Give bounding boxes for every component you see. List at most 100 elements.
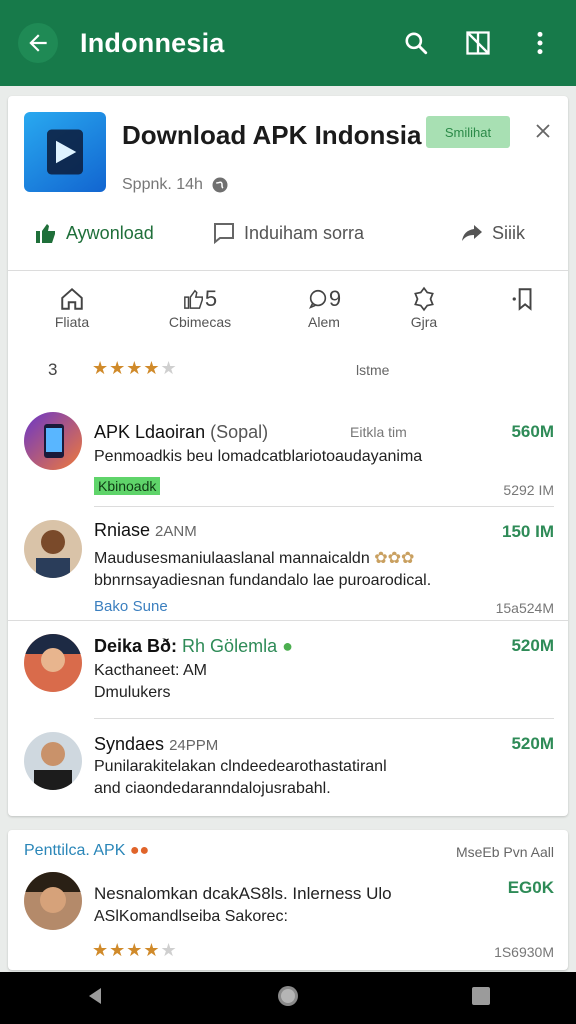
list-item[interactable]: Syndaes 24PPM 520M Punilarakitelakan cln… (8, 722, 568, 812)
download-action[interactable]: Aywonload (34, 221, 154, 245)
rating-prefix: 3 (48, 360, 58, 379)
stat-likes-value: 5 (204, 286, 218, 311)
item-line: bbnrnsayadiesnan fundandalo lae puroarod… (94, 572, 432, 589)
list-item[interactable]: Deika Bð: Rh Gölemla ● 520M Kacthaneet: … (8, 624, 568, 718)
item-name-text: Deika Bð: (94, 636, 178, 656)
stat-likes[interactable]: 5 Cbimecas (160, 284, 240, 330)
item-meta: Eitkla tim (350, 424, 407, 440)
item-badges: ✿✿✿ (374, 550, 415, 567)
comment-icon (214, 223, 234, 245)
section-header-text: Penttilca. APK (24, 842, 126, 859)
section-header-right: MseEb Pvn Aall (455, 844, 554, 860)
back-button[interactable] (18, 23, 58, 63)
share-label: Siiik (492, 222, 526, 243)
item-line: Kacthaneet: AM (94, 662, 207, 679)
app-header: Download APK Indonsia Smilihat Sppnk. 14… (24, 112, 554, 196)
item-size: 520M (511, 636, 554, 655)
stat-home[interactable]: Fliata (32, 284, 112, 330)
more-vert-icon (537, 31, 543, 55)
item-size: 560M (511, 422, 554, 441)
stat-likes-label: Cbimecas (168, 314, 232, 330)
list-item[interactable]: APK Ldaoiran (Sopal) Eitkla tim 560M Pen… (8, 396, 568, 506)
item-size: EG0K (507, 878, 554, 897)
list-item[interactable]: Nesnalomkan dcakAS8ls. Inlerness Ulo ASl… (8, 868, 568, 968)
rating-label: lstme (356, 362, 390, 378)
item-line: ASlKomandlseiba Sakorec: (94, 908, 288, 925)
item-date: 15a524M (495, 600, 554, 616)
globe-icon (212, 177, 228, 193)
item-name-extra: 24PPM (169, 737, 219, 754)
item-name-text: Syndaes (94, 734, 165, 754)
app-bar: Indonnesia (0, 0, 576, 86)
item-tag[interactable]: Dmulukers (94, 684, 170, 702)
item-link[interactable]: Bako (94, 598, 128, 615)
comment-label: Induiham sorra (244, 222, 365, 243)
emoji-icon: ●● (129, 842, 150, 859)
divider (94, 506, 554, 507)
avatar (24, 872, 82, 930)
person-photo-icon (34, 742, 72, 790)
comment-action[interactable]: Induiham sorra (212, 221, 364, 245)
action-row: Aywonload Induiham sorra Siiik (8, 206, 568, 260)
nav-recents-button[interactable] (471, 986, 491, 1011)
related-card: Penttilca. APK ●● MseEb Pvn Aall Nesnalo… (8, 830, 568, 970)
list-item[interactable]: Rniase 2ANM 150 IM Maudusesmaniulaaslana… (8, 510, 568, 620)
nav-back-button[interactable] (85, 986, 105, 1011)
thumbs-up-icon (36, 224, 55, 243)
rating-stars: ★★★★★ (92, 358, 178, 378)
item-tag-text: Kbinoadk (94, 477, 161, 495)
item-line: and ciaondedaranndalojusrabahl. (94, 780, 331, 797)
stat-home-label: Fliata (54, 314, 90, 330)
stat-comments-label: Alem (308, 314, 340, 330)
stats-row: Fliata 5 Cbimecas 9 Alem Gjra (8, 284, 568, 344)
avatar (24, 634, 82, 692)
status-badge[interactable]: Smilihat (426, 116, 510, 148)
avatar (24, 732, 82, 790)
avatar (24, 412, 82, 470)
app-title: Download APK Indonsia (122, 120, 422, 150)
search-button[interactable] (398, 25, 434, 61)
stat-comments[interactable]: 9 Alem (284, 284, 364, 330)
rating-row: 3 ★★★★★ lstme (8, 358, 568, 382)
home-icon (61, 287, 83, 310)
item-line-text: Maudusesmaniulaaslanal mannaicaldn (94, 550, 370, 567)
thumbs-up-outline-icon (183, 289, 203, 309)
download-label: Aywonload (66, 222, 154, 243)
item-name-extra: 2ANM (155, 523, 197, 540)
item-line: Punilarakitelakan clndeedearothastatiran… (94, 758, 387, 775)
search-icon (405, 32, 428, 55)
share-action[interactable]: Siiik (460, 221, 525, 245)
share-icon (462, 225, 482, 241)
rating-stars: ★★★★★ (92, 940, 178, 960)
divider (8, 620, 568, 621)
person-photo-icon (24, 872, 82, 913)
item-name-extra: (Sopal) (210, 422, 269, 442)
filter-button[interactable] (460, 25, 496, 61)
item-link-secondary[interactable]: Sune (133, 598, 168, 615)
app-icon (24, 112, 106, 192)
item-tag[interactable]: Kbinoadk (94, 477, 161, 496)
close-button[interactable] (530, 118, 556, 144)
item-links[interactable]: Bako Sune (94, 598, 168, 616)
system-nav-bar (0, 972, 576, 1024)
comment-bubble-icon (308, 289, 327, 309)
stat-bookmark[interactable] (484, 284, 564, 314)
grid-filter-icon (466, 31, 490, 55)
section-header: Penttilca. APK ●● (24, 842, 149, 860)
app-subtitle: Sppnk. 14h (122, 176, 229, 194)
phone-icon (44, 424, 64, 458)
person-photo-icon (24, 634, 82, 672)
app-subtitle-text: Sppnk. 14h (122, 176, 203, 193)
stat-badge[interactable]: Gjra (384, 284, 464, 330)
triangle-back-icon (89, 987, 102, 1004)
item-line: Nesnalomkan dcakAS8ls. Inlerness Ulo (94, 884, 392, 903)
item-name: Deika Bð: Rh Gölemla ● (94, 636, 293, 657)
item-name: Syndaes 24PPM (94, 734, 218, 755)
item-name: APK Ldaoiran (Sopal) (94, 422, 268, 443)
overflow-menu-button[interactable] (522, 25, 558, 61)
circle-home-icon (277, 985, 298, 1006)
person-photo-icon (36, 530, 70, 578)
square-recents-icon (471, 986, 490, 1005)
badge-icon (414, 286, 434, 312)
nav-home-button[interactable] (276, 984, 300, 1013)
